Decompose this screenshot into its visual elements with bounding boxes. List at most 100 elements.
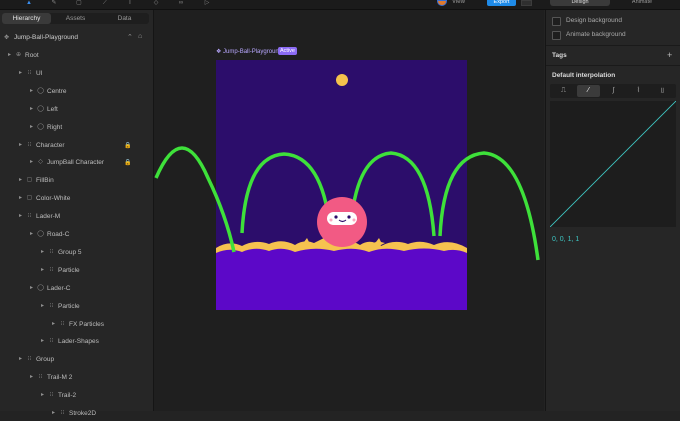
lock-icon[interactable]: 🔒 xyxy=(124,159,131,166)
tree-row[interactable]: ▸ ⊕ Root xyxy=(0,49,153,63)
tree-label: Trail-2 xyxy=(58,392,77,400)
artboard-icon: ✥ xyxy=(4,35,10,41)
left-panel-tabs: Hierarchy Assets Data xyxy=(2,13,149,24)
group-icon: ⁝⁝ xyxy=(27,356,32,363)
chevron-icon[interactable]: ▸ xyxy=(6,52,13,59)
tree-label: Character xyxy=(36,141,65,149)
chevron-icon[interactable]: ▸ xyxy=(17,70,24,77)
tab-data[interactable]: Data xyxy=(100,13,149,24)
design-canvas[interactable]: ❖ Jump-Ball-Playground Active xyxy=(154,10,544,411)
animate-background-checkbox[interactable] xyxy=(552,31,561,40)
chevron-icon[interactable]: ▸ xyxy=(39,303,46,310)
bone-icon[interactable]: ⟋ xyxy=(101,0,109,6)
chevron-icon[interactable]: ▸ xyxy=(17,195,24,202)
tree-row[interactable]: ▸ ⁝⁝ Trail-2 xyxy=(0,389,153,403)
tree-row[interactable]: ▸ ⁝⁝ Lader-Shapes xyxy=(0,335,153,349)
play-icon[interactable]: ▷ xyxy=(203,0,211,6)
collapse-icon[interactable]: ⌃ xyxy=(127,33,133,41)
chevron-icon[interactable]: ▸ xyxy=(28,88,35,95)
project-row[interactable]: ✥ Jump-Ball-Playground ⌃ ⌂ xyxy=(0,31,153,45)
add-tag-icon[interactable]: + xyxy=(667,50,672,60)
character-left-eye xyxy=(334,215,338,219)
chevron-icon[interactable]: ▸ xyxy=(39,338,46,345)
view-button[interactable]: View xyxy=(452,0,480,6)
hierarchy-panel: Hierarchy Assets Data ✥ Jump-Ball-Playgr… xyxy=(0,10,154,417)
interpolation-curve[interactable] xyxy=(550,101,676,227)
artboard-icon: ⊕ xyxy=(15,52,22,58)
export-button[interactable]: Export xyxy=(487,0,516,6)
chevron-icon[interactable]: ▸ xyxy=(17,142,24,149)
component-icon: ◇ xyxy=(38,159,43,166)
chevron-icon[interactable]: ▸ xyxy=(17,177,24,184)
tree-row[interactable]: ▸ ⁝⁝ Character 🔒 xyxy=(0,139,153,153)
tree-row[interactable]: ▸ ⁝⁝ Group xyxy=(0,353,153,367)
link-icon[interactable]: ∞ xyxy=(177,0,185,6)
tab-animate[interactable]: Animate xyxy=(612,0,672,6)
tree-row[interactable]: ▸ ◯ Left xyxy=(0,103,153,117)
chevron-icon[interactable]: ▸ xyxy=(50,410,57,417)
node-icon[interactable]: ◇ xyxy=(152,0,160,6)
ellipse-icon: ◯ xyxy=(37,123,44,130)
ellipse-icon: ◯ xyxy=(37,231,44,237)
tab-hierarchy[interactable]: Hierarchy xyxy=(2,13,51,24)
character-face xyxy=(327,212,357,225)
chevron-icon[interactable]: ▸ xyxy=(28,285,35,292)
tree-label: Centre xyxy=(47,87,67,95)
tree-label: Left xyxy=(47,105,58,113)
scene-artwork[interactable] xyxy=(154,10,544,411)
elastic-icon[interactable]: ⌇ xyxy=(627,85,650,97)
tree-row[interactable]: ▸ ⁝⁝ Particle xyxy=(0,300,153,314)
text-icon[interactable]: T xyxy=(126,0,134,6)
chevron-icon[interactable]: ▸ xyxy=(39,267,46,274)
tag-icon[interactable]: ⌂ xyxy=(138,33,142,40)
chevron-icon[interactable]: ▸ xyxy=(17,356,24,363)
chevron-icon[interactable]: ▸ xyxy=(39,392,46,399)
ellipse-icon: ◯ xyxy=(37,284,44,291)
linear-icon[interactable]: ⁄ xyxy=(577,85,600,97)
tree-row[interactable]: ▸ ⁝⁝ Trail-M 2 xyxy=(0,371,153,385)
tree-row[interactable]: ▸ ◯ Right xyxy=(0,121,153,135)
pointer-icon[interactable]: ▲ xyxy=(25,0,33,6)
tree-row[interactable]: ▸ ◇ JumpBall Character 🔒 xyxy=(0,156,153,170)
avatar[interactable] xyxy=(437,0,447,6)
chevron-icon[interactable]: ▸ xyxy=(17,213,24,220)
divider xyxy=(546,45,680,46)
design-background-checkbox[interactable] xyxy=(552,17,561,26)
tree-row[interactable]: ▸ ◯ Centre xyxy=(0,85,153,99)
tree-row[interactable]: ▸ ⁝⁝ Group 5 xyxy=(0,246,153,260)
chevron-icon[interactable]: ▸ xyxy=(39,249,46,256)
cubic-icon[interactable]: ∫ xyxy=(602,85,625,97)
animate-background-label: Animate background xyxy=(566,31,626,38)
chevron-icon[interactable]: ▸ xyxy=(28,124,35,131)
tree-label: FX Particles xyxy=(69,320,105,328)
tree-label: UI xyxy=(36,69,43,77)
tree-row[interactable]: ▸ ▢ FillBin xyxy=(0,174,153,188)
tree-row[interactable]: ▸ ⁝⁝ Lader-M xyxy=(0,210,153,224)
design-background-label: Design background xyxy=(566,17,623,24)
chevron-icon[interactable]: ▸ xyxy=(28,231,35,238)
chevron-icon[interactable]: ▸ xyxy=(28,374,35,381)
tree-row[interactable]: ▸ ⁝⁝ FX Particles xyxy=(0,318,153,332)
chevron-icon[interactable]: ▸ xyxy=(28,159,35,166)
group-icon: ⁝⁝ xyxy=(38,374,43,381)
shape-icon: ▢ xyxy=(26,177,33,184)
shape-icon[interactable]: ▢ xyxy=(75,0,83,6)
pen-icon[interactable]: ✎ xyxy=(50,0,58,6)
bounce-icon[interactable]: ⫫ xyxy=(651,85,674,97)
tree-row[interactable]: ▸ ⁝⁝ Stroke2D xyxy=(0,407,153,421)
tree-row[interactable]: ▸ ◯ Lader-C xyxy=(0,282,153,296)
tab-design[interactable]: Design xyxy=(550,0,610,6)
tree-row[interactable]: ▸ ⁝⁝ UI xyxy=(0,67,153,81)
chevron-icon[interactable]: ▸ xyxy=(28,106,35,113)
group-icon: ⁝⁝ xyxy=(49,266,54,273)
tree-row[interactable]: ▸ ▢ Color-White xyxy=(0,192,153,206)
character-right-eye xyxy=(347,215,351,219)
group-icon: ⁝⁝ xyxy=(27,69,32,76)
chevron-icon[interactable]: ▸ xyxy=(50,321,57,328)
tab-assets[interactable]: Assets xyxy=(51,13,100,24)
tree-row[interactable]: ▸ ◯ Road-C xyxy=(0,228,153,242)
hold-icon[interactable]: ⎍ xyxy=(552,85,575,97)
lock-icon[interactable]: 🔒 xyxy=(124,142,131,149)
tree-row[interactable]: ▸ ⁝⁝ Particle xyxy=(0,264,153,278)
share-button[interactable] xyxy=(521,0,532,6)
